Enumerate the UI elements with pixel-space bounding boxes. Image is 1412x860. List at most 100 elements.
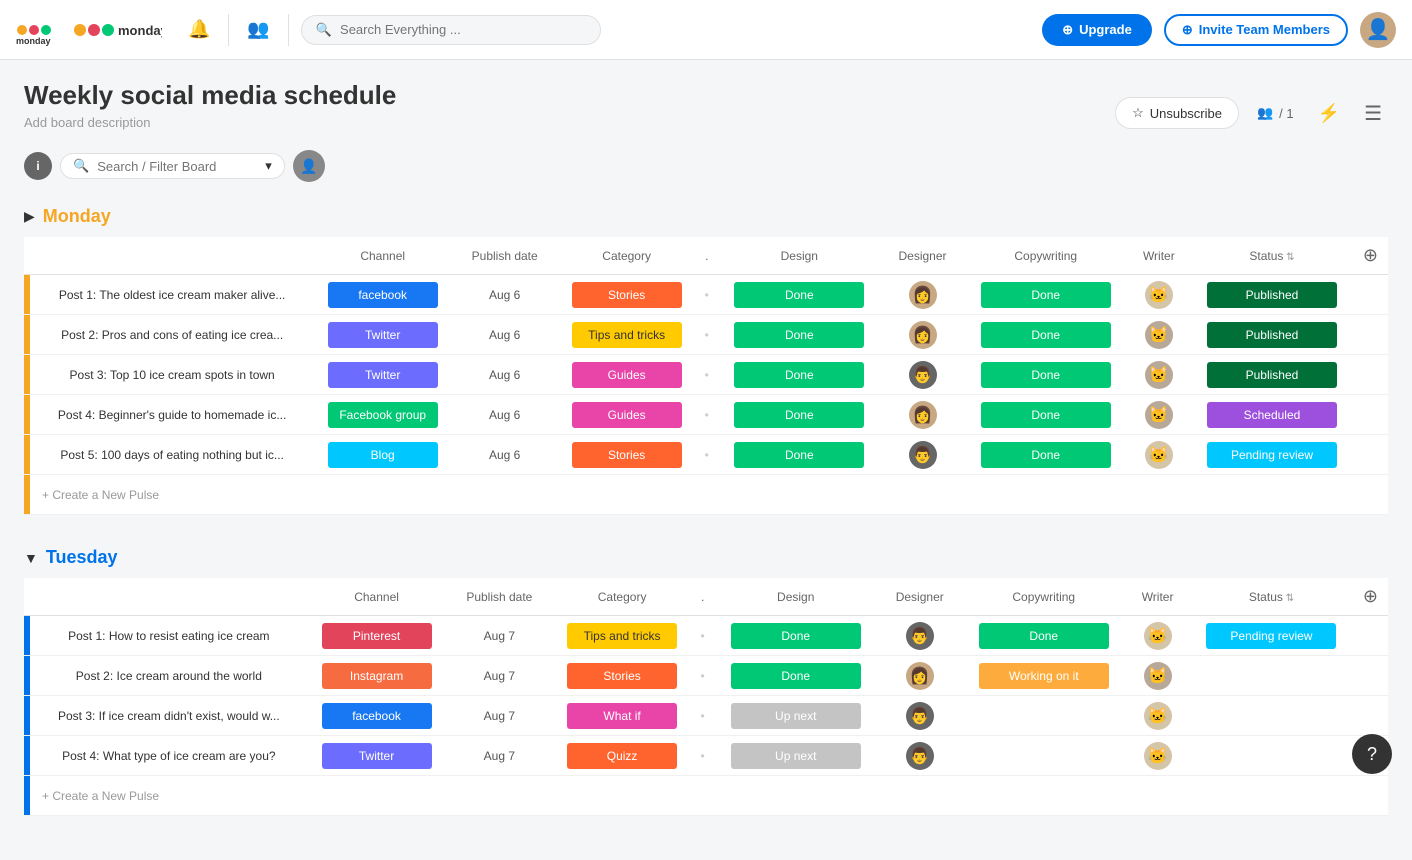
copywriting-status-chip[interactable]: Done: [981, 282, 1111, 308]
filter-input[interactable]: [97, 159, 257, 174]
channel-cell[interactable]: Twitter: [308, 736, 446, 776]
create-pulse-cell[interactable]: + Create a New Pulse: [30, 475, 1388, 515]
publish-date-cell[interactable]: Aug 6: [451, 315, 558, 355]
channel-cell[interactable]: Pinterest: [308, 616, 446, 656]
post-title[interactable]: Post 3: If ice cream didn't exist, would…: [30, 696, 308, 736]
channel-cell[interactable]: Twitter: [314, 355, 451, 395]
post-title[interactable]: Post 3: Top 10 ice cream spots in town: [30, 355, 314, 395]
invite-team-button[interactable]: ⊕ Invite Team Members: [1164, 14, 1348, 46]
channel-cell[interactable]: Twitter: [314, 315, 451, 355]
post-title[interactable]: Post 4: What type of ice cream are you?: [30, 736, 308, 776]
publish-date-cell[interactable]: Aug 6: [451, 395, 558, 435]
publish-date-cell[interactable]: Aug 7: [445, 656, 553, 696]
design-cell[interactable]: Up next: [714, 736, 877, 776]
board-menu-button[interactable]: ☰: [1358, 95, 1388, 132]
design-cell[interactable]: Done: [714, 616, 877, 656]
copywriting-cell[interactable]: Done: [965, 395, 1127, 435]
design-status-chip[interactable]: Done: [731, 623, 861, 649]
copywriting-cell[interactable]: [962, 696, 1125, 736]
copywriting-status-chip[interactable]: Done: [981, 402, 1111, 428]
publish-date-cell[interactable]: Aug 6: [451, 275, 558, 315]
channel-cell[interactable]: Blog: [314, 435, 451, 475]
info-button[interactable]: i: [24, 152, 52, 180]
filter-bar[interactable]: 🔍 ▾: [60, 153, 285, 179]
copywriting-cell[interactable]: [962, 736, 1125, 776]
group-title-monday[interactable]: Monday: [43, 206, 111, 227]
category-cell[interactable]: Tips and tricks: [558, 315, 695, 355]
unsubscribe-button[interactable]: ☆ Unsubscribe: [1115, 97, 1239, 129]
status-cell[interactable]: Scheduled: [1191, 395, 1353, 435]
status-chip[interactable]: Pending review: [1206, 623, 1336, 649]
user-avatar[interactable]: 👤: [1360, 12, 1396, 48]
category-cell[interactable]: Quizz: [553, 736, 691, 776]
category-cell[interactable]: Stories: [558, 275, 695, 315]
status-cell[interactable]: Published: [1191, 355, 1353, 395]
team-button[interactable]: 👥: [241, 13, 275, 46]
group-toggle-tuesday[interactable]: ▼: [24, 550, 38, 566]
post-title[interactable]: Post 1: How to resist eating ice cream: [30, 616, 308, 656]
status-cell[interactable]: Published: [1191, 315, 1353, 355]
post-title[interactable]: Post 4: Beginner's guide to homemade ic.…: [30, 395, 314, 435]
global-search-bar[interactable]: 🔍: [301, 15, 601, 45]
design-cell[interactable]: Done: [718, 395, 880, 435]
publish-date-cell[interactable]: Aug 7: [445, 736, 553, 776]
group-toggle-monday[interactable]: ▶: [24, 208, 35, 225]
channel-chip[interactable]: Twitter: [322, 743, 432, 769]
channel-cell[interactable]: Instagram: [308, 656, 446, 696]
status-chip[interactable]: Published: [1207, 322, 1337, 348]
category-cell[interactable]: Tips and tricks: [553, 616, 691, 656]
status-chip[interactable]: Scheduled: [1207, 402, 1337, 428]
design-cell[interactable]: Done: [714, 656, 877, 696]
publish-date-cell[interactable]: Aug 7: [445, 616, 553, 656]
category-cell[interactable]: Guides: [558, 395, 695, 435]
copywriting-cell[interactable]: Done: [965, 315, 1127, 355]
post-title[interactable]: Post 2: Pros and cons of eating ice crea…: [30, 315, 314, 355]
filter-dropdown-icon[interactable]: ▾: [265, 158, 272, 174]
channel-chip[interactable]: facebook: [322, 703, 432, 729]
create-pulse-row[interactable]: + Create a New Pulse: [24, 776, 1388, 816]
upgrade-button[interactable]: ⊕ Upgrade: [1042, 14, 1152, 46]
channel-cell[interactable]: facebook: [308, 696, 446, 736]
copywriting-status-chip[interactable]: Done: [979, 623, 1109, 649]
channel-cell[interactable]: facebook: [314, 275, 451, 315]
copywriting-cell[interactable]: Done: [965, 275, 1127, 315]
category-chip[interactable]: Quizz: [567, 743, 677, 769]
logo[interactable]: monday: [16, 12, 52, 48]
channel-chip[interactable]: Twitter: [328, 322, 438, 348]
design-status-chip[interactable]: Done: [734, 282, 864, 308]
add-column-header[interactable]: ⊕: [1353, 578, 1388, 616]
add-column-icon[interactable]: ⊕: [1363, 586, 1378, 606]
status-chip[interactable]: Pending review: [1207, 442, 1337, 468]
design-cell[interactable]: Up next: [714, 696, 877, 736]
copywriting-status-chip[interactable]: Done: [981, 442, 1111, 468]
category-chip[interactable]: Stories: [567, 663, 677, 689]
post-title[interactable]: Post 2: Ice cream around the world: [30, 656, 308, 696]
category-cell[interactable]: Stories: [553, 656, 691, 696]
status-chip[interactable]: Published: [1207, 362, 1337, 388]
design-cell[interactable]: Done: [718, 275, 880, 315]
channel-chip[interactable]: Blog: [328, 442, 438, 468]
copywriting-status-chip[interactable]: Working on it: [979, 663, 1109, 689]
copywriting-cell[interactable]: Done: [965, 435, 1127, 475]
status-cell[interactable]: [1190, 696, 1353, 736]
category-chip[interactable]: Stories: [572, 442, 682, 468]
design-status-chip[interactable]: Done: [734, 362, 864, 388]
members-button[interactable]: 👥 / 1: [1251, 99, 1300, 127]
channel-chip[interactable]: Pinterest: [322, 623, 432, 649]
design-status-chip[interactable]: Up next: [731, 743, 861, 769]
design-status-chip[interactable]: Done: [731, 663, 861, 689]
design-status-chip[interactable]: Done: [734, 322, 864, 348]
publish-date-cell[interactable]: Aug 7: [445, 696, 553, 736]
copywriting-status-chip[interactable]: Done: [981, 322, 1111, 348]
status-cell[interactable]: Pending review: [1190, 616, 1353, 656]
status-sort-icon[interactable]: ⇅: [1283, 252, 1294, 263]
publish-date-cell[interactable]: Aug 6: [451, 355, 558, 395]
category-chip[interactable]: Tips and tricks: [567, 623, 677, 649]
design-cell[interactable]: Done: [718, 315, 880, 355]
status-sort-icon[interactable]: ⇅: [1283, 593, 1294, 604]
status-cell[interactable]: [1190, 736, 1353, 776]
design-cell[interactable]: Done: [718, 435, 880, 475]
status-cell[interactable]: [1190, 656, 1353, 696]
copywriting-status-chip[interactable]: Done: [981, 362, 1111, 388]
create-pulse-row[interactable]: + Create a New Pulse: [24, 475, 1388, 515]
